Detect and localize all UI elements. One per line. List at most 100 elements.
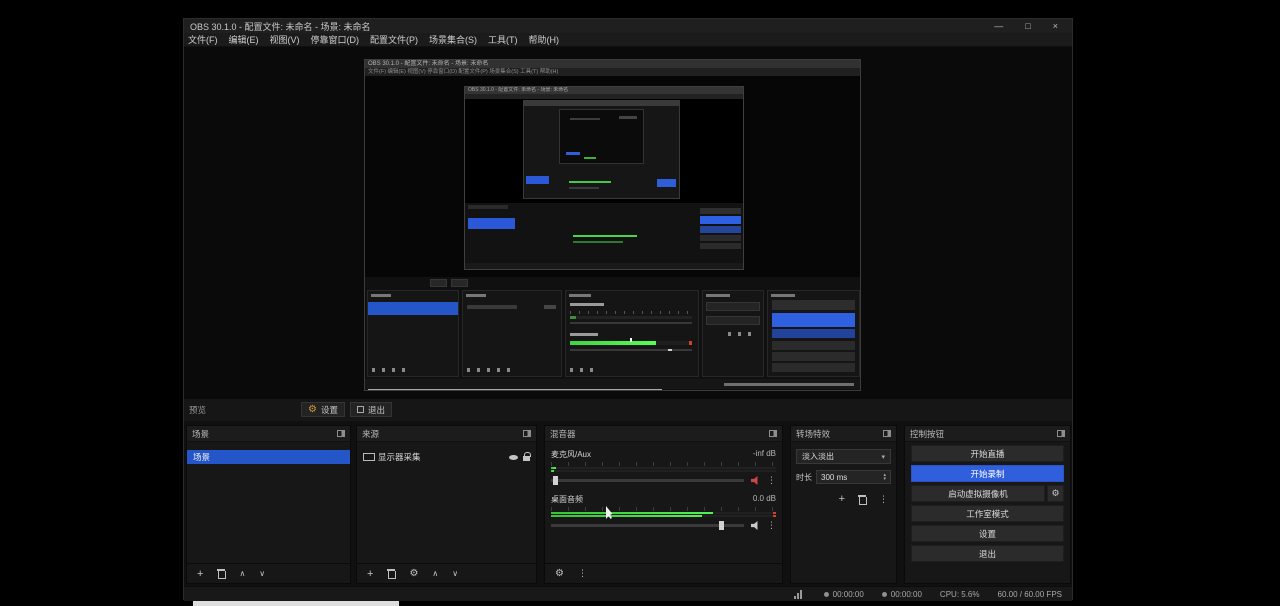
- volume-meter: [551, 470, 776, 472]
- studio-mode-button[interactable]: 工作室模式: [911, 505, 1064, 522]
- mirror-artifact: [772, 352, 855, 361]
- close-icon[interactable]: ×: [1053, 19, 1058, 33]
- channel-options-kebab-icon[interactable]: [767, 475, 776, 486]
- spinner-arrows-icon[interactable]: ▴▾: [883, 473, 886, 481]
- sources-list: 显示器采集: [357, 442, 536, 563]
- quick-exit-button[interactable]: 退出: [350, 402, 392, 417]
- visibility-eye-icon[interactable]: [509, 455, 518, 460]
- sources-dock-title: 来源: [362, 428, 379, 440]
- menu-edit[interactable]: 编辑(E): [229, 33, 259, 46]
- channel-name: 桌面音频: [551, 494, 583, 505]
- sources-dock-header[interactable]: 来源: [357, 426, 536, 442]
- mixer-channel-name-row: 桌面音频 0.0 dB: [551, 494, 776, 505]
- menu-profile[interactable]: 配置文件(P): [370, 33, 418, 46]
- mirror-l2-docks: [465, 203, 743, 269]
- meter-fill: [551, 512, 713, 514]
- desktop-background: OBS 30.1.0 - 配置文件: 未命名 - 场景: 未命名 — □ × 文…: [0, 0, 1280, 606]
- quick-settings-button[interactable]: 设置: [301, 402, 345, 417]
- add-source-icon[interactable]: [367, 568, 373, 580]
- transition-select[interactable]: 淡入淡出 ▾: [796, 449, 891, 464]
- menu-file[interactable]: 文件(F): [188, 33, 218, 46]
- mixer-channel-name-row: 麦克风/Aux -inf dB: [551, 449, 776, 460]
- sources-toolbar: [357, 563, 536, 583]
- exit-button[interactable]: 退出: [911, 545, 1064, 562]
- dock-area: 场景 场景 来源: [184, 421, 1072, 586]
- menu-docks[interactable]: 停靠窗口(D): [311, 33, 360, 46]
- slider-handle[interactable]: [719, 521, 724, 530]
- remove-scene-icon[interactable]: [217, 569, 225, 578]
- maximize-icon[interactable]: □: [1025, 19, 1030, 33]
- mirror-artifact: [570, 333, 598, 336]
- transition-duration-row: 时长 300 ms ▴▾: [796, 470, 891, 484]
- mirror-artifact: [728, 332, 758, 336]
- gear-icon: [308, 404, 317, 415]
- mirror-transitions-dock: [702, 290, 764, 377]
- mirror-artifact: [368, 389, 662, 391]
- remove-source-icon[interactable]: [387, 569, 395, 578]
- transitions-dock: 转场特效 淡入淡出 ▾ 时长 300 ms ▴▾: [790, 425, 897, 584]
- slider-handle[interactable]: [553, 476, 558, 485]
- mirror-artifact: [570, 316, 576, 319]
- mirror-artifact: [657, 179, 676, 187]
- scene-item-selected[interactable]: 场景: [187, 450, 350, 464]
- start-recording-button[interactable]: 开始录制: [911, 465, 1064, 482]
- mirror-artifact: [468, 205, 508, 209]
- menu-help[interactable]: 帮助(H): [529, 33, 560, 46]
- lock-icon[interactable]: [523, 456, 530, 461]
- speaker-icon[interactable]: [751, 521, 760, 530]
- move-scene-down-icon[interactable]: [259, 569, 265, 578]
- mixer-dock-header[interactable]: 混音器: [545, 426, 782, 442]
- controls-dock-header[interactable]: 控制按钮: [905, 426, 1070, 442]
- volume-slider[interactable]: [551, 479, 744, 482]
- window-titlebar[interactable]: OBS 30.1.0 - 配置文件: 未命名 - 场景: 未命名 — □ ×: [184, 19, 1072, 33]
- volume-slider[interactable]: [551, 524, 744, 527]
- remove-transition-icon[interactable]: [858, 495, 866, 504]
- add-transition-icon[interactable]: [839, 493, 845, 505]
- mirror-titlebar: OBS 30.1.0 - 配置文件: 未命名 - 场景: 未命名: [365, 60, 860, 68]
- settings-button[interactable]: 设置: [911, 525, 1064, 542]
- mixer-settings-gear-icon[interactable]: [555, 568, 564, 579]
- dock-options-icon[interactable]: [337, 430, 345, 437]
- controls-dock-title: 控制按钮: [910, 428, 944, 440]
- mixer-toolbar: [545, 563, 782, 583]
- menu-scene-collection[interactable]: 场景集合(S): [429, 33, 477, 46]
- dock-options-icon[interactable]: [1057, 430, 1065, 437]
- start-virtual-camera-button[interactable]: 启动虚拟摄像机: [911, 485, 1045, 502]
- add-scene-icon[interactable]: [197, 568, 203, 580]
- scenes-dock-header[interactable]: 场景: [187, 426, 350, 442]
- virtual-camera-row: 启动虚拟摄像机 ⚙: [911, 485, 1064, 502]
- mirror-artifact: [772, 300, 855, 310]
- channel-level: 0.0 dB: [753, 494, 776, 505]
- mirror-artifact: [706, 294, 730, 297]
- mixer-options-kebab-icon[interactable]: [578, 568, 587, 579]
- dock-options-icon[interactable]: [769, 430, 777, 437]
- transitions-dock-header[interactable]: 转场特效: [791, 426, 896, 442]
- move-source-up-icon[interactable]: [432, 569, 438, 578]
- taskbar-peek[interactable]: [193, 601, 399, 606]
- channel-options-kebab-icon[interactable]: [767, 520, 776, 531]
- mute-speaker-icon[interactable]: [751, 476, 760, 485]
- move-source-down-icon[interactable]: [452, 569, 458, 578]
- minimize-icon[interactable]: —: [994, 19, 1003, 33]
- start-streaming-button[interactable]: 开始直播: [911, 445, 1064, 462]
- transitions-body: 淡入淡出 ▾ 时长 300 ms ▴▾: [791, 442, 896, 563]
- dock-options-icon[interactable]: [523, 430, 531, 437]
- move-scene-up-icon[interactable]: [239, 569, 245, 578]
- duration-spinner[interactable]: 300 ms ▴▾: [816, 470, 891, 484]
- menu-view[interactable]: 视图(V): [270, 33, 300, 46]
- mirror-l2-window: OBS 30.1.0 - 配置文件: 未命名 - 场景: 未命名: [464, 86, 744, 270]
- mirror-l3-window: [523, 100, 680, 199]
- transition-options-kebab-icon[interactable]: [879, 494, 888, 505]
- mirror-artifact: [570, 322, 692, 324]
- fps-indicator: 60.00 / 60.00 FPS: [998, 590, 1063, 599]
- controls-body: 开始直播 开始录制 启动虚拟摄像机 ⚙ 工作室模式 设置 退出: [905, 442, 1070, 563]
- mirror-artifact: [700, 208, 741, 214]
- stream-timer: 00:00:00: [824, 590, 864, 599]
- virtual-camera-gear-icon[interactable]: ⚙: [1047, 485, 1064, 502]
- dock-options-icon[interactable]: [883, 430, 891, 437]
- quickbar-label: 预览: [189, 404, 206, 416]
- source-properties-gear-icon[interactable]: [409, 568, 418, 579]
- menu-tools[interactable]: 工具(T): [488, 33, 518, 46]
- preview-canvas[interactable]: OBS 30.1.0 - 配置文件: 未命名 - 场景: 未命名 文件(F) 编…: [184, 47, 1072, 399]
- source-item[interactable]: 显示器采集: [363, 450, 530, 464]
